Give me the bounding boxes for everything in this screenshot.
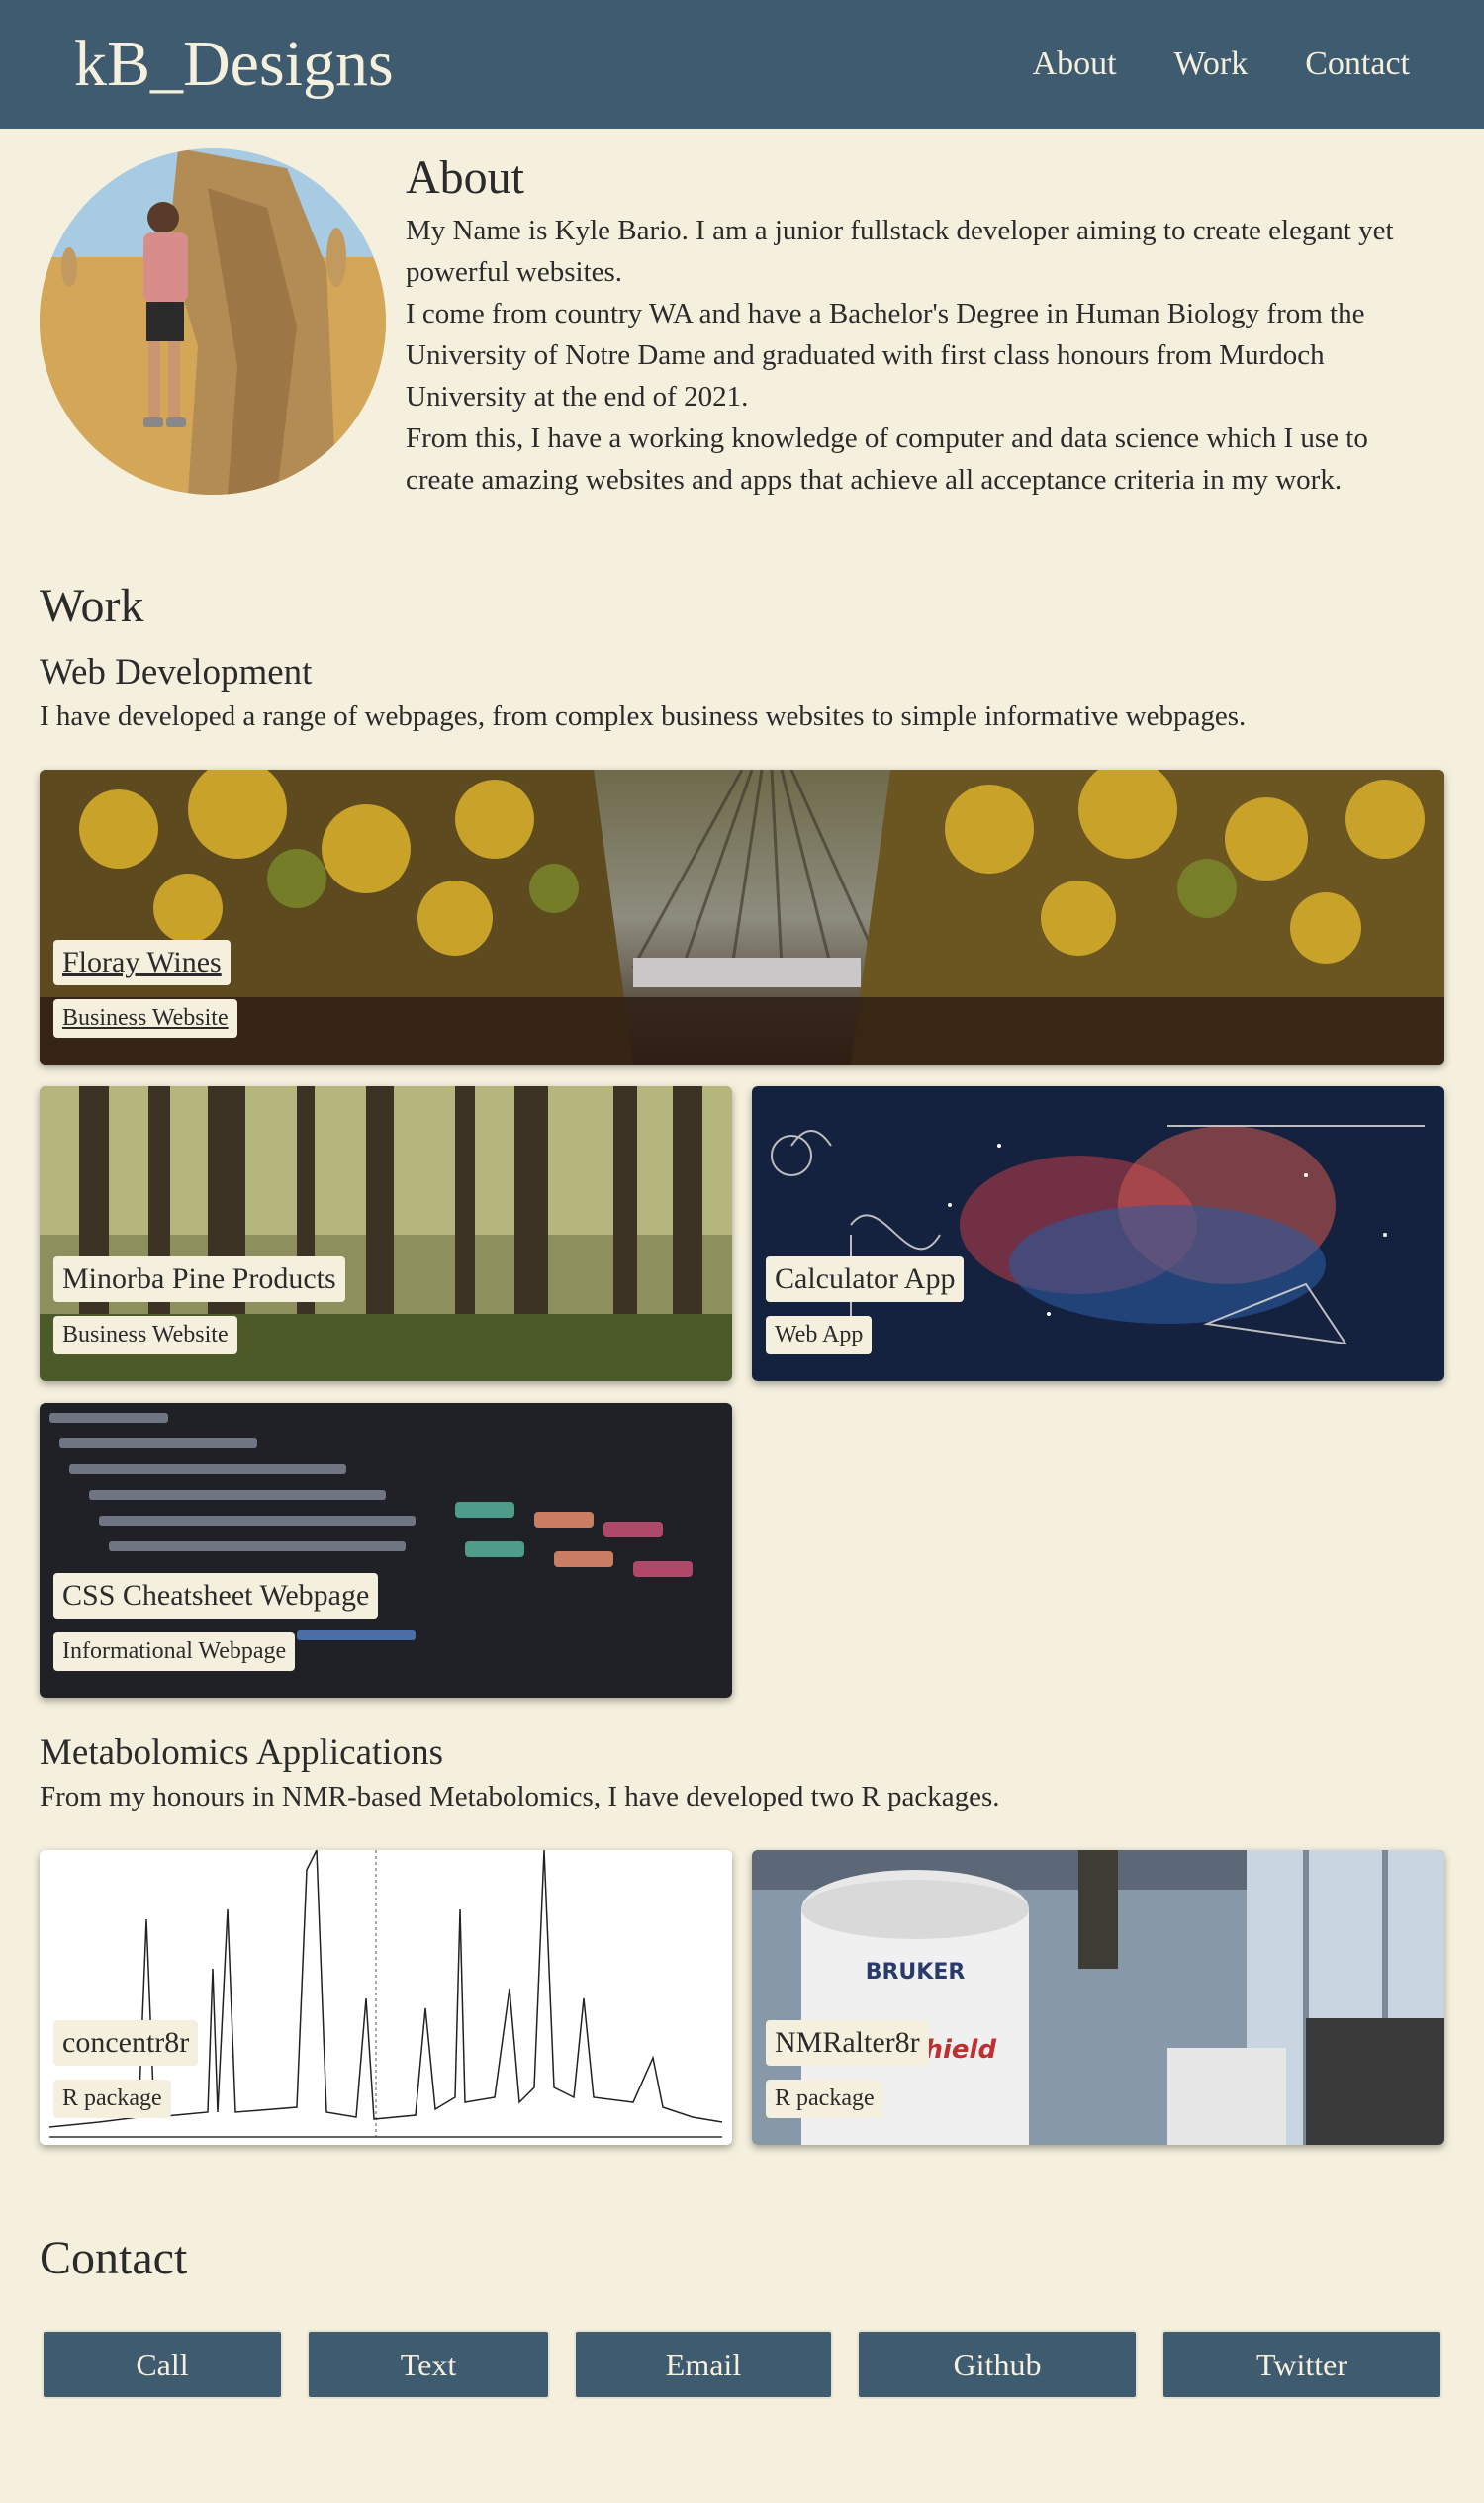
project-type[interactable]: R package	[53, 2080, 171, 2118]
site-header: kB_Designs About Work Contact	[0, 0, 1484, 129]
about-heading: About	[406, 151, 524, 204]
project-title[interactable]: NMRalter8r	[766, 2020, 929, 2066]
github-button[interactable]: Github	[857, 2330, 1138, 2399]
metabolomics-heading: Metabolomics Applications	[40, 1732, 443, 1773]
main-nav: About Work Contact	[1033, 46, 1410, 83]
email-button[interactable]: Email	[574, 2330, 833, 2399]
project-type[interactable]: Business Website	[53, 999, 237, 1038]
call-button[interactable]: Call	[42, 2330, 283, 2399]
project-card-css-cheatsheet[interactable]: CSS Cheatsheet Webpage Informational Web…	[40, 1403, 732, 1698]
project-card-floray-wines[interactable]: Floray Wines Business Website	[40, 770, 1444, 1065]
vineyard-image	[40, 770, 1444, 1065]
project-card-nmralter8r[interactable]: BRUKER UltraShield NMRalter8r R package	[752, 1850, 1444, 2145]
about-paragraph: From this, I have a working knowledge of…	[406, 422, 1368, 496]
metabolomics-description: From my honours in NMR-based Metabolomic…	[40, 1781, 1000, 1812]
project-type[interactable]: Web App	[766, 1316, 873, 1354]
nav-contact[interactable]: Contact	[1305, 46, 1410, 83]
svg-text:BRUKER: BRUKER	[866, 1960, 966, 1985]
brand-logo[interactable]: kB_Designs	[74, 27, 394, 102]
nav-about[interactable]: About	[1033, 46, 1117, 83]
project-type[interactable]: R package	[766, 2080, 883, 2118]
web-dev-heading: Web Development	[40, 652, 313, 693]
project-title[interactable]: concentr8r	[53, 2020, 199, 2066]
web-dev-description: I have developed a range of webpages, fr…	[40, 700, 1247, 732]
project-card-minorba-pine[interactable]: Minorba Pine Products Business Website	[40, 1086, 732, 1381]
project-title[interactable]: CSS Cheatsheet Webpage	[53, 1573, 379, 1619]
project-card-concentr8r[interactable]: concentr8r R package	[40, 1850, 732, 2145]
about-text: My Name is Kyle Bario. I am a junior ful…	[406, 210, 1435, 501]
profile-photo	[40, 148, 386, 495]
contact-heading: Contact	[40, 2232, 188, 2284]
about-paragraph: I come from country WA and have a Bachel…	[406, 298, 1365, 413]
text-button[interactable]: Text	[307, 2330, 550, 2399]
project-card-calculator-app[interactable]: Calculator App Web App	[752, 1086, 1444, 1381]
nav-work[interactable]: Work	[1174, 46, 1249, 83]
project-title[interactable]: Floray Wines	[53, 940, 231, 985]
about-paragraph: My Name is Kyle Bario. I am a junior ful…	[406, 215, 1394, 288]
twitter-button[interactable]: Twitter	[1161, 2330, 1442, 2399]
work-heading: Work	[40, 580, 144, 632]
project-title[interactable]: Minorba Pine Products	[53, 1256, 345, 1302]
project-title[interactable]: Calculator App	[766, 1256, 965, 1302]
project-type[interactable]: Business Website	[53, 1316, 237, 1354]
project-type[interactable]: Informational Webpage	[53, 1632, 296, 1671]
